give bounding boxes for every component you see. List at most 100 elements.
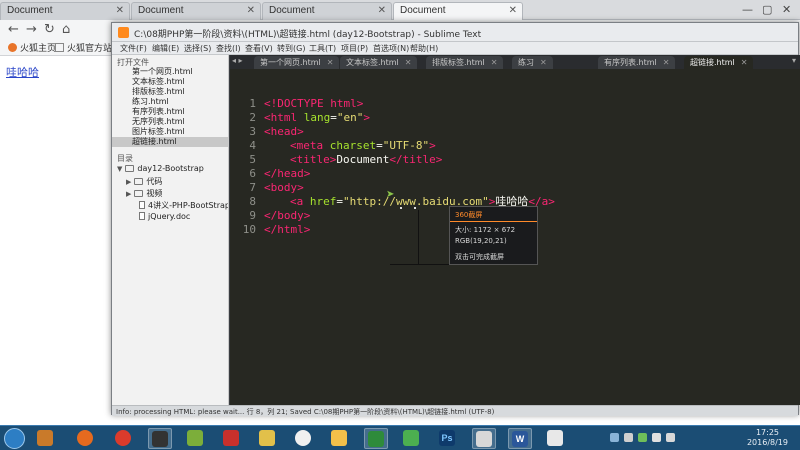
tooltip-hint: 双击可完成截屏 (455, 253, 504, 261)
close-icon[interactable]: ✕ (491, 58, 498, 67)
taskbar-app[interactable] (256, 428, 280, 449)
close-icon[interactable]: ✕ (663, 58, 670, 67)
editor-tab-active[interactable]: 超链接.html ✕ (684, 56, 754, 69)
sidebar-open-file[interactable]: 有序列表.html (132, 107, 228, 117)
chrome-icon (115, 430, 131, 446)
line-number: 6 (249, 167, 256, 180)
menu-project[interactable]: 项目(P) (341, 43, 368, 54)
taskbar-app[interactable] (112, 428, 136, 449)
app-icon (295, 430, 311, 446)
chevron-down-icon[interactable]: ▾ (792, 56, 796, 65)
menu-tools[interactable]: 工具(T) (309, 43, 336, 54)
folders-header: 目录 (117, 154, 133, 163)
taskbar-app[interactable] (220, 428, 244, 449)
line-number-gutter: 1 2 3 4 5 6 7 8 9 10 (230, 69, 262, 405)
taskbar-app[interactable] (34, 428, 58, 449)
taskbar-app[interactable] (184, 428, 208, 449)
network-icon[interactable] (652, 433, 661, 442)
menu-help[interactable]: 帮助(H) (410, 43, 438, 54)
menu-goto[interactable]: 转到(G) (277, 43, 305, 54)
reload-icon[interactable]: ↻ (44, 22, 55, 37)
crosshair-vertical (418, 210, 419, 264)
screenshot-tooltip: 360截屏 大小: 1172 × 672 RGB(19,20,21) 双击可完成… (449, 206, 538, 265)
editor-tab[interactable]: 文本标签.html ✕ (340, 56, 418, 69)
sidebar-file[interactable]: jQuery.doc (139, 212, 190, 221)
folder-icon (134, 190, 144, 197)
tab-scroll-icon[interactable]: ◂ ▸ (232, 56, 243, 65)
taskbar: Ps W 17:25 2016/8/19 (0, 425, 800, 450)
word-icon: W (512, 431, 528, 447)
folder-icon (125, 165, 135, 172)
editor-tab[interactable]: 排版标签.html ✕ (426, 56, 504, 69)
volume-icon[interactable] (666, 433, 675, 442)
taskbar-app-active[interactable] (472, 428, 496, 449)
status-text: Info: processing HTML: please wait... 行 … (116, 408, 495, 416)
browser-tab-strip: Document ✕ Document ✕ Document ✕ Documen… (0, 0, 800, 20)
taskbar-app-active[interactable]: W (508, 428, 532, 449)
close-icon[interactable]: ✕ (540, 58, 547, 67)
sidebar-folder[interactable]: ▶ 代码 (126, 176, 162, 187)
back-icon[interactable]: ← (8, 22, 19, 37)
sidebar-open-file[interactable]: 练习.html (132, 97, 228, 107)
sidebar-open-file[interactable]: 第一个网页.html (132, 67, 228, 77)
terminal-icon (152, 431, 168, 447)
taskbar-app[interactable] (74, 428, 98, 449)
code-line: </head> (264, 167, 311, 180)
tooltip-title: 360截屏 (455, 211, 483, 219)
taskbar-app[interactable] (328, 428, 352, 449)
tray-icon[interactable] (638, 433, 647, 442)
editor-tab[interactable]: 第一个网页.html ✕ (254, 56, 340, 69)
close-icon[interactable]: ✕ (509, 5, 517, 16)
sidebar-open-file-selected[interactable]: 超链接.html (112, 137, 228, 147)
taskbar-app[interactable] (292, 428, 316, 449)
sidebar-open-file[interactable]: 图片标签.html (132, 127, 228, 137)
tray-icon[interactable] (610, 433, 619, 442)
close-icon[interactable]: ✕ (378, 5, 386, 16)
menu-view[interactable]: 查看(V) (245, 43, 273, 54)
app-icon (259, 430, 275, 446)
firefox-icon (8, 43, 17, 52)
taskbar-app[interactable]: Ps (436, 428, 460, 449)
forward-icon[interactable]: → (26, 22, 37, 37)
taskbar-app-active[interactable] (148, 428, 172, 449)
browser-tab[interactable]: Document ✕ (0, 2, 130, 20)
sidebar-open-file[interactable]: 无序列表.html (132, 117, 228, 127)
close-icon[interactable]: ✕ (247, 5, 255, 16)
sidebar-open-file[interactable]: 排版标签.html (132, 87, 228, 97)
line-number: 9 (249, 209, 256, 222)
maximize-icon[interactable]: ▢ (762, 3, 772, 16)
menu-selection[interactable]: 选择(S) (184, 43, 211, 54)
menu-find[interactable]: 查找(I) (216, 43, 241, 54)
sidebar-open-file[interactable]: 文本标签.html (132, 77, 228, 87)
page-hyperlink[interactable]: 哇哈哈 (6, 64, 39, 80)
taskbar-app-active[interactable] (364, 428, 388, 449)
browser-tab[interactable]: Document ✕ (131, 2, 261, 20)
tray-icon[interactable] (624, 433, 633, 442)
line-number: 7 (249, 181, 256, 194)
sidebar-file[interactable]: 4讲义-PHP-BootStrap20 (139, 200, 228, 211)
close-icon[interactable]: ✕ (405, 58, 412, 67)
code-line: </html> (264, 223, 311, 236)
close-icon[interactable]: ✕ (741, 58, 748, 67)
bookmark-firefox-home[interactable]: 火狐主页 (8, 41, 56, 54)
start-button[interactable] (4, 428, 25, 449)
menu-edit[interactable]: 编辑(E) (152, 43, 179, 54)
close-icon[interactable]: ✕ (327, 58, 334, 67)
close-icon[interactable]: ✕ (782, 3, 791, 16)
close-icon[interactable]: ✕ (116, 5, 124, 16)
tooltip-rgb: RGB(19,20,21) (455, 237, 507, 245)
clock[interactable]: 17:25 2016/8/19 (747, 428, 788, 448)
minimize-icon[interactable]: — (742, 3, 753, 16)
taskbar-app[interactable] (544, 428, 568, 449)
taskbar-app[interactable] (400, 428, 424, 449)
sidebar-project-folder[interactable]: ▼ day12-Bootstrap (117, 164, 204, 173)
menu-preferences[interactable]: 首选项(N) (373, 43, 409, 54)
browser-tab-active[interactable]: Document ✕ (393, 2, 523, 20)
editor-tab[interactable]: 有序列表.html ✕ (598, 56, 676, 69)
editor-tab[interactable]: 练习 ✕ (512, 56, 553, 69)
folder-icon (55, 43, 64, 52)
sidebar-folder[interactable]: ▶ 视频 (126, 188, 162, 199)
home-icon[interactable]: ⌂ (62, 22, 70, 37)
browser-tab[interactable]: Document ✕ (262, 2, 392, 20)
menu-file[interactable]: 文件(F) (120, 43, 147, 54)
